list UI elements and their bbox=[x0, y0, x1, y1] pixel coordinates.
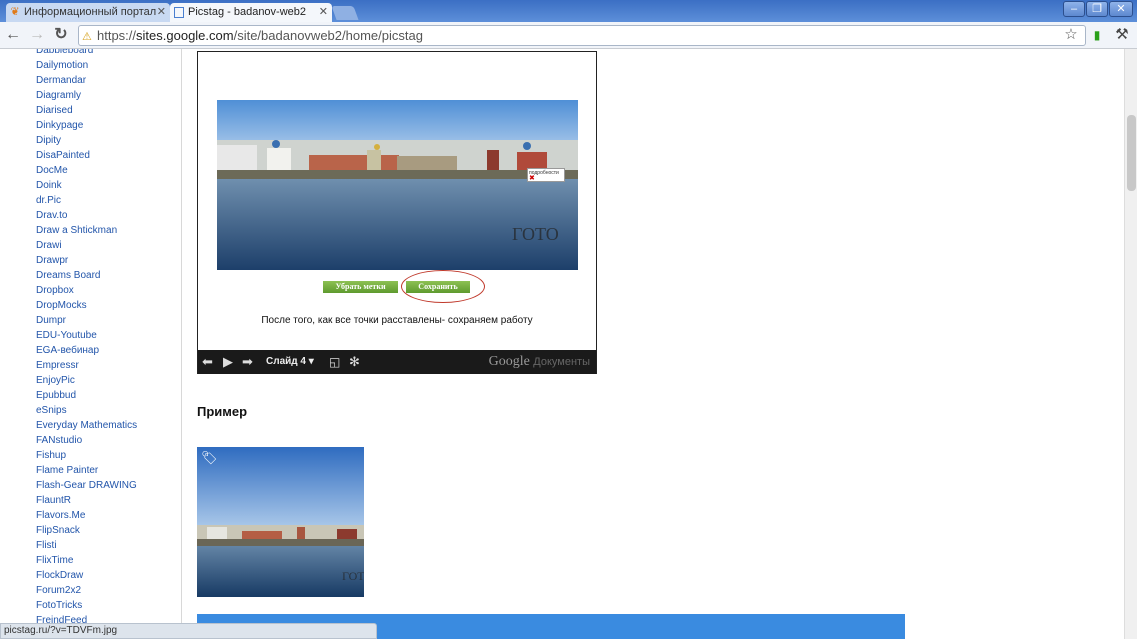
sidebar-link[interactable]: Flisti bbox=[36, 538, 137, 553]
play-icon[interactable]: ▶ bbox=[223, 354, 233, 370]
sidebar-link[interactable]: FlauntR bbox=[36, 493, 137, 508]
sidebar-link[interactable]: EGA-вебинар bbox=[36, 343, 137, 358]
close-tab-icon[interactable]: ✕ bbox=[157, 3, 166, 21]
maximize-button[interactable]: ❐ bbox=[1086, 1, 1108, 17]
sidebar-link[interactable]: Dropbox bbox=[36, 283, 137, 298]
brand-docs: Документы bbox=[533, 356, 590, 368]
new-tab-button[interactable] bbox=[331, 6, 359, 20]
sidebar-link[interactable]: Dinkypage bbox=[36, 118, 137, 133]
slide-caption: После того, как все точки расставлены- с… bbox=[261, 315, 533, 326]
slide-controls: ⬅ ▶ ➡ Слайд 4 ▾ ◱ ✻ Google Документы bbox=[198, 350, 596, 374]
sidebar-link[interactable]: Flame Painter bbox=[36, 463, 137, 478]
page-icon bbox=[174, 7, 184, 18]
sidebar-link[interactable]: FlixTime bbox=[36, 553, 137, 568]
sidebar-link[interactable]: Dreams Board bbox=[36, 268, 137, 283]
minimize-button[interactable]: – bbox=[1063, 1, 1085, 17]
sidebar-tool-list: Dabbleboard Dailymotion Dermandar Diagramly… bbox=[0, 49, 182, 639]
sidebar-link[interactable]: Diarised bbox=[36, 103, 137, 118]
sidebar-link[interactable]: Epubbud bbox=[36, 388, 137, 403]
browser-toolbar: ← → ↻ ⚠ https://sites.google.com/site/ba… bbox=[0, 22, 1137, 49]
sidebar-link[interactable]: DropMocks bbox=[36, 298, 137, 313]
slide-number: Слайд 4 bbox=[266, 356, 306, 367]
svg-text:ГОТО: ГОТО bbox=[512, 224, 559, 244]
reload-icon[interactable]: ↻ bbox=[52, 25, 70, 45]
sidebar-link[interactable]: Flash-Gear DRAWING bbox=[36, 478, 137, 493]
brand-google: Google bbox=[488, 354, 530, 369]
sidebar-link[interactable]: Draw a Shtickman bbox=[36, 223, 137, 238]
sidebar-link[interactable]: dr.Pic bbox=[36, 193, 137, 208]
sidebar-link[interactable]: FANstudio bbox=[36, 433, 137, 448]
tab-title: Picstag - badanov-web2 bbox=[188, 6, 307, 18]
prev-slide-icon[interactable]: ⬅ bbox=[202, 354, 213, 370]
sidebar-link[interactable]: EDU-Youtube bbox=[36, 328, 137, 343]
tab-picstag[interactable]: Picstag - badanov-web2 ✕ bbox=[170, 3, 332, 22]
highlight-circle bbox=[401, 270, 485, 303]
sidebar-link[interactable]: Empressr bbox=[36, 358, 137, 373]
google-docs-presentation[interactable]: ГОТО подробности ✖ Убрать метки Сохранить… bbox=[197, 51, 597, 374]
close-window-button[interactable]: ✕ bbox=[1109, 1, 1133, 17]
remove-tags-button[interactable]: Убрать метки bbox=[323, 281, 398, 293]
tab-title: Информационный портал bbox=[24, 6, 157, 18]
slide-selector[interactable]: Слайд 4 ▾ bbox=[266, 355, 314, 369]
gear-icon[interactable]: ✻ bbox=[349, 354, 360, 370]
scrollbar-thumb[interactable] bbox=[1127, 115, 1136, 191]
sidebar-link[interactable]: DocMe bbox=[36, 163, 137, 178]
page-viewport: Dabbleboard Dailymotion Dermandar Diagramly… bbox=[0, 49, 1137, 639]
sidebar-link[interactable]: Forum2x2 bbox=[36, 583, 137, 598]
sidebar-link[interactable]: FlipSnack bbox=[36, 523, 137, 538]
sidebar-link[interactable]: DisaPainted bbox=[36, 148, 137, 163]
tag-popup[interactable]: подробности ✖ bbox=[527, 168, 565, 182]
sidebar-link[interactable]: EnjoyPic bbox=[36, 373, 137, 388]
sidebar-link[interactable]: Doink bbox=[36, 178, 137, 193]
sidebar-link[interactable]: Dermandar bbox=[36, 73, 137, 88]
google-docs-brand[interactable]: Google Документы bbox=[489, 353, 590, 371]
fullscreen-icon[interactable]: ◱ bbox=[329, 354, 340, 370]
tab-info-portal[interactable]: ❦ Информационный портал ✕ bbox=[6, 3, 170, 22]
sidebar-link[interactable]: Dabbleboard bbox=[36, 49, 137, 58]
signal-bars-icon[interactable]: ▮ bbox=[1088, 25, 1106, 45]
sidebar-link[interactable]: Drawi bbox=[36, 238, 137, 253]
forward-arrow-icon[interactable]: → bbox=[28, 25, 46, 45]
panorama-photo: ГОТО подробности ✖ bbox=[217, 100, 578, 270]
example-heading: Пример bbox=[197, 404, 248, 419]
address-bar[interactable]: ⚠ https://sites.google.com/site/badanovw… bbox=[78, 25, 1086, 46]
sidebar-link[interactable]: Drawpr bbox=[36, 253, 137, 268]
browser-tabstrip: ❦ Информационный портал ✕ Picstag - bada… bbox=[0, 0, 1137, 22]
sidebar-link[interactable]: Dailymotion bbox=[36, 58, 137, 73]
url-host: sites.google.com bbox=[136, 28, 234, 43]
sidebar-link[interactable]: Fishup bbox=[36, 448, 137, 463]
tag-icon[interactable]: 🏷 bbox=[201, 450, 218, 466]
sidebar-link[interactable]: Drav.to bbox=[36, 208, 137, 223]
url-path: /site/badanovweb2/home/picstag bbox=[233, 28, 423, 43]
sidebar-link[interactable]: Diagramly bbox=[36, 88, 137, 103]
sidebar-link[interactable]: FlockDraw bbox=[36, 568, 137, 583]
sidebar-link[interactable]: eSnips bbox=[36, 403, 137, 418]
sidebar-link[interactable]: FotoTricks bbox=[36, 598, 137, 613]
url-scheme: https:// bbox=[97, 28, 137, 43]
next-slide-icon[interactable]: ➡ bbox=[242, 354, 253, 370]
example-photo[interactable]: ГОТ 🏷 bbox=[197, 447, 364, 597]
wrench-icon[interactable]: ⚒ bbox=[1113, 25, 1131, 45]
back-arrow-icon[interactable]: ← bbox=[4, 25, 22, 45]
svg-text:ГОТ: ГОТ bbox=[342, 569, 364, 583]
sidebar-link[interactable]: Dumpr bbox=[36, 313, 137, 328]
sidebar-link[interactable]: Dipity bbox=[36, 133, 137, 148]
close-x-icon[interactable]: ✖ bbox=[529, 175, 535, 182]
star-bookmark-icon[interactable]: ☆ bbox=[1062, 25, 1080, 45]
chevron-down-icon: ▾ bbox=[308, 356, 314, 367]
close-tab-icon[interactable]: ✕ bbox=[319, 3, 328, 21]
main-content: ГОТО подробности ✖ Убрать метки Сохранить… bbox=[183, 49, 1118, 639]
sidebar-link[interactable]: Flavors.Me bbox=[36, 508, 137, 523]
orange-leaf-icon: ❦ bbox=[10, 6, 20, 18]
vertical-scrollbar[interactable] bbox=[1124, 49, 1137, 639]
warning-lock-icon: ⚠ bbox=[82, 31, 92, 43]
sidebar-link[interactable]: Everyday Mathematics bbox=[36, 418, 137, 433]
status-bubble: picstag.ru/?v=TDVFm.jpg bbox=[0, 623, 377, 639]
